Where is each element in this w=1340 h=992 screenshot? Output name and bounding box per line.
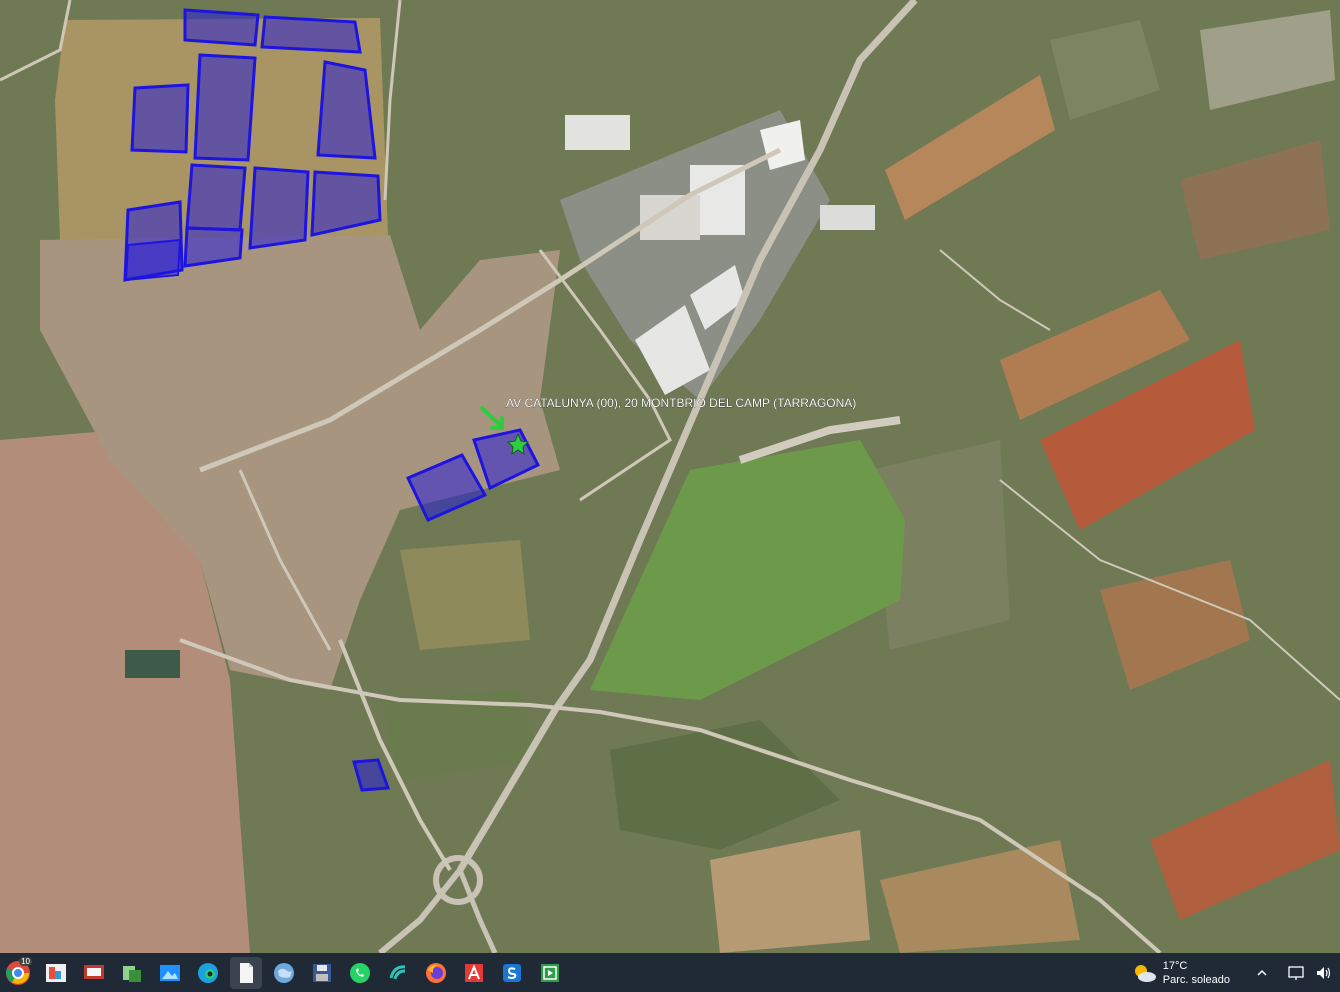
- parcel-plot[interactable]: [316, 60, 377, 160]
- pond: [125, 650, 180, 678]
- save-disk-taskbar-button[interactable]: [306, 957, 338, 989]
- satellite-map[interactable]: AV CATALUNYA (00), 20 MONTBRIO DEL CAMP …: [0, 0, 1340, 953]
- firefox-icon: [426, 962, 446, 983]
- s-app-taskbar-button[interactable]: [496, 957, 528, 989]
- media-player-icon: [541, 963, 559, 982]
- weather-condition: Parc. soleado: [1162, 973, 1230, 986]
- network-icon[interactable]: [1284, 961, 1308, 985]
- building-roof: [820, 205, 875, 230]
- chevron-up-icon[interactable]: [1250, 961, 1274, 985]
- whatsapp-icon: [350, 962, 370, 983]
- weather-widget[interactable]: 17°C Parc. soleado: [1131, 959, 1230, 987]
- whatsapp-taskbar-button[interactable]: [344, 957, 376, 989]
- parcel-plot[interactable]: [130, 83, 190, 154]
- edge-icon: [198, 962, 218, 983]
- chrome-taskbar-button[interactable]: 10: [2, 956, 34, 989]
- parcel-plot[interactable]: [248, 166, 310, 250]
- edge-taskbar-button[interactable]: [192, 957, 224, 989]
- file-transfer-taskbar-button[interactable]: [116, 957, 148, 989]
- volume-icon[interactable]: [1312, 961, 1336, 985]
- parcel-plot[interactable]: [183, 226, 244, 268]
- warehouse-roof: [565, 115, 630, 150]
- save-disk-icon: [313, 963, 331, 982]
- parcel-plot[interactable]: [185, 163, 247, 232]
- image-viewer-taskbar-button[interactable]: [40, 957, 72, 989]
- parcel-plot[interactable]: [193, 53, 257, 162]
- file-transfer-icon: [123, 965, 141, 982]
- parcel-plot[interactable]: [124, 238, 182, 282]
- partly-sunny-icon: [1134, 964, 1156, 982]
- google-earth-icon: [274, 962, 294, 983]
- photos-icon: [160, 964, 180, 981]
- acrobat-icon: [465, 963, 483, 982]
- media-player-taskbar-button[interactable]: [534, 957, 566, 989]
- document-taskbar-button[interactable]: [230, 956, 262, 989]
- warehouse-roof: [640, 195, 700, 240]
- windows-taskbar: 10 17°C Parc. soleado: [0, 953, 1340, 992]
- firefox-taskbar-button[interactable]: [420, 957, 452, 989]
- weather-temperature: 17°C: [1162, 959, 1188, 972]
- presentation-taskbar-button[interactable]: [78, 957, 110, 989]
- taskbar-app-list: 10: [0, 956, 569, 989]
- google-earth-taskbar-button[interactable]: [268, 957, 300, 989]
- acrobat-taskbar-button[interactable]: [458, 957, 490, 989]
- system-tray: 17°C Parc. soleado: [1131, 953, 1340, 992]
- presentation-icon: [84, 964, 104, 979]
- s-app-icon: [503, 963, 521, 982]
- notification-badge: 10: [19, 956, 32, 966]
- photos-taskbar-button[interactable]: [154, 957, 186, 989]
- wave-app-taskbar-button[interactable]: [382, 957, 414, 989]
- parcel-plot[interactable]: [183, 8, 260, 47]
- orchard: [400, 540, 530, 650]
- image-viewer-icon: [46, 963, 66, 982]
- document-icon: [240, 962, 253, 983]
- placemark-label: AV CATALUNYA (00), 20 MONTBRIO DEL CAMP …: [506, 396, 856, 410]
- wave-app-icon: [388, 962, 408, 983]
- parcel-plot[interactable]: [260, 15, 362, 54]
